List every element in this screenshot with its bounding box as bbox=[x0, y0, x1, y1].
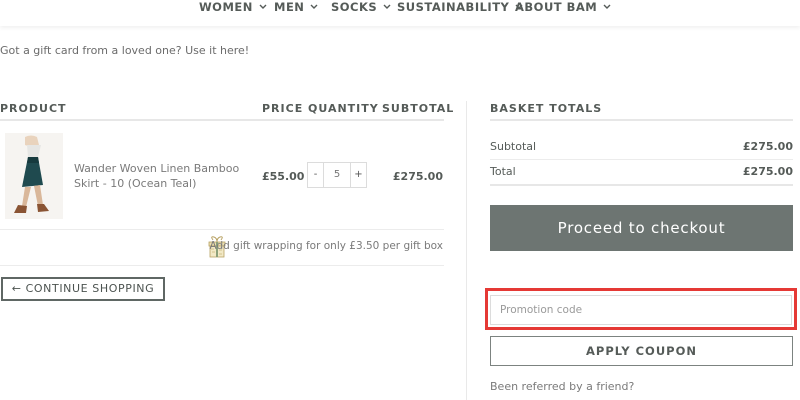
nav-item-sustainability[interactable]: SUSTAINABILITY bbox=[397, 0, 523, 14]
total-label: Total bbox=[490, 165, 516, 178]
total-value: £275.00 bbox=[742, 165, 793, 178]
header-divider bbox=[0, 119, 444, 121]
nav-label: ABOUT BAM bbox=[515, 0, 598, 14]
product-name[interactable]: Wander Woven Linen Bamboo Skirt - 10 (Oc… bbox=[74, 161, 254, 191]
skirt-product-image[interactable] bbox=[5, 133, 63, 219]
chevron-down-icon bbox=[383, 4, 391, 9]
nav-item-socks[interactable]: SOCKS bbox=[331, 0, 391, 14]
chevron-down-icon bbox=[603, 4, 611, 9]
chevron-down-icon bbox=[310, 4, 318, 9]
product-price: £55.00 bbox=[262, 170, 305, 183]
header-product: PRODUCT bbox=[0, 102, 67, 115]
header-quantity: QUANTITY bbox=[308, 102, 379, 115]
nav-item-men[interactable]: MEN bbox=[274, 0, 318, 14]
promotion-code-input[interactable] bbox=[490, 295, 792, 325]
nav-item-about-bam[interactable]: ABOUT BAM bbox=[515, 0, 611, 14]
line-subtotal: £275.00 bbox=[392, 170, 443, 183]
nav-label: MEN bbox=[274, 0, 305, 14]
subtotal-value: £275.00 bbox=[742, 140, 793, 153]
gift-wrap-option[interactable]: Add gift wrapping for only £3.50 per gif… bbox=[210, 240, 444, 252]
continue-shopping-button[interactable]: ← CONTINUE SHOPPING bbox=[1, 277, 165, 301]
header-price: PRICE bbox=[262, 102, 304, 115]
nav-label: WOMEN bbox=[199, 0, 253, 14]
basket-header-divider bbox=[490, 119, 793, 121]
basket-totals-title: BASKET TOTALS bbox=[490, 102, 603, 115]
nav-label: SUSTAINABILITY bbox=[397, 0, 510, 14]
quantity-stepper: - 5 + bbox=[307, 162, 367, 188]
quantity-decrease-button[interactable]: - bbox=[308, 163, 324, 187]
top-navigation: WOMEN MEN SOCKS SUSTAINABILITY ABOUT BAM bbox=[0, 0, 800, 26]
referred-by-friend-link[interactable]: Been referred by a friend? bbox=[490, 380, 634, 393]
gift-card-message[interactable]: Got a gift card from a loved one? Use it… bbox=[0, 44, 249, 57]
quantity-increase-button[interactable]: + bbox=[350, 163, 366, 187]
chevron-down-icon bbox=[259, 4, 267, 9]
quantity-value[interactable]: 5 bbox=[323, 163, 351, 187]
gift-wrap-divider bbox=[0, 265, 444, 266]
apply-coupon-button[interactable]: APPLY COUPON bbox=[490, 336, 793, 366]
nav-label: SOCKS bbox=[331, 0, 378, 14]
row-divider bbox=[0, 229, 444, 230]
header-subtotal: SUBTOTAL bbox=[382, 102, 455, 115]
column-divider bbox=[466, 101, 467, 400]
total-divider bbox=[490, 184, 793, 186]
proceed-to-checkout-button[interactable]: Proceed to checkout bbox=[490, 205, 793, 251]
subtotal-label: Subtotal bbox=[490, 140, 537, 153]
subtotal-divider bbox=[490, 159, 793, 160]
nav-item-women[interactable]: WOMEN bbox=[199, 0, 267, 14]
